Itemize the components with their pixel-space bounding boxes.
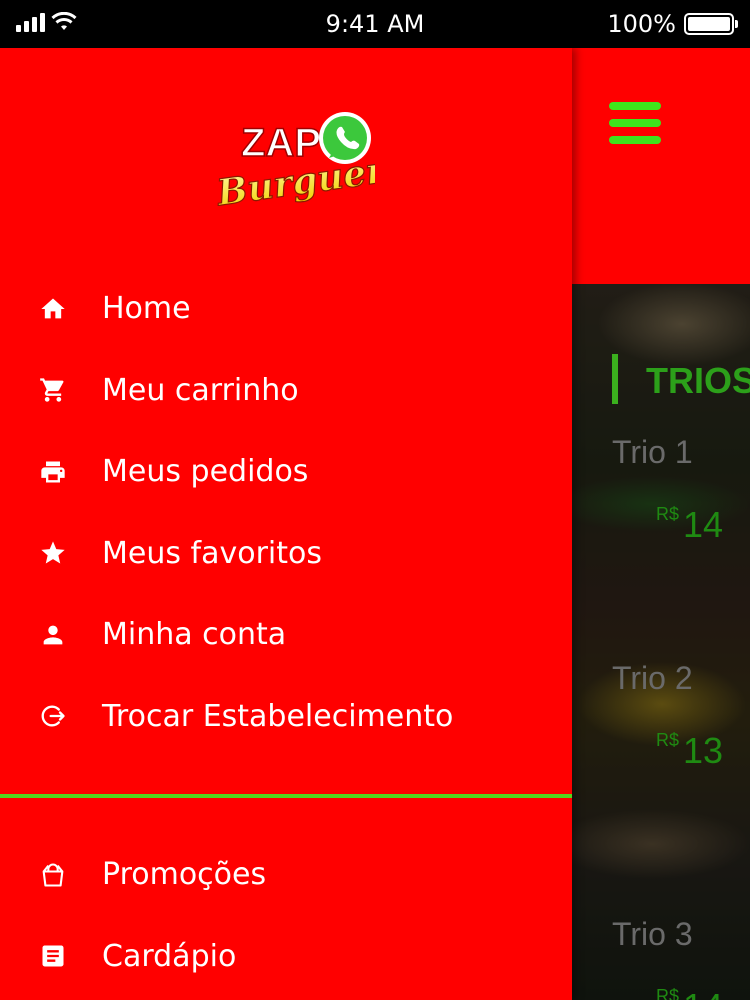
menu-label: Promoções <box>102 857 267 893</box>
menu-label: Cardápio <box>102 938 237 974</box>
menu-item-favorites[interactable]: Meus favoritos <box>0 513 572 595</box>
section-marker <box>612 354 618 404</box>
product-name[interactable]: Trio 2 <box>612 660 693 697</box>
battery-icon <box>684 13 738 35</box>
menu-item-switch-establishment[interactable]: Trocar Estabelecimento <box>0 676 572 758</box>
home-icon <box>0 295 102 323</box>
cart-icon <box>0 376 102 404</box>
menu-item-home[interactable]: Home <box>0 268 572 350</box>
menu-label: Meus favoritos <box>102 535 322 571</box>
battery-percent: 100% <box>607 10 676 38</box>
menu-label: Minha conta <box>102 617 287 653</box>
menu-label: Meu carrinho <box>102 372 299 408</box>
product-name[interactable]: Trio 1 <box>612 434 693 471</box>
menu-label: Trocar Estabelecimento <box>102 698 454 734</box>
product-name[interactable]: Trio 3 <box>612 916 693 953</box>
menu-item-menu[interactable]: Cardápio <box>0 916 572 998</box>
status-right: 100% <box>607 10 738 38</box>
menu-item-promotions[interactable]: Promoções <box>0 834 572 916</box>
menu-divider <box>0 794 572 798</box>
zap-burguer-logo: ZAP Burguer <box>213 112 375 206</box>
menu-item-account[interactable]: Minha conta <box>0 594 572 676</box>
menu-label: Home <box>102 291 191 327</box>
product-price: R$ 13 <box>656 730 724 771</box>
shopping-bag-icon <box>0 861 102 889</box>
drawer-menu: Home Meu carrinho Meus pedidos Meus favo… <box>0 268 572 757</box>
section-title: TRIOS <box>646 360 750 401</box>
user-icon <box>0 621 102 649</box>
menu-label: Meus pedidos <box>102 454 309 490</box>
star-icon <box>0 539 102 567</box>
printer-icon <box>0 458 102 486</box>
app-header <box>572 48 750 284</box>
menu-item-cart[interactable]: Meu carrinho <box>0 350 572 432</box>
status-bar: 9:41 AM 100% <box>0 0 750 48</box>
background-app: TRIOS Trio 1 R$14 Trio 2 R$13 Trio 3 R$1… <box>572 48 750 1000</box>
hamburger-menu-icon[interactable] <box>609 102 661 144</box>
product-price: R$14 <box>656 986 723 1000</box>
svg-text:ZAP: ZAP <box>241 121 321 165</box>
product-price: R$14 <box>656 504 724 545</box>
logout-icon <box>0 702 102 730</box>
navigation-drawer: ZAP Burguer Home Meu carrinho Meus pedid… <box>0 48 572 1000</box>
menu-item-orders[interactable]: Meus pedidos <box>0 431 572 513</box>
menu-list-icon <box>0 942 102 970</box>
drawer-menu-secondary: Promoções Cardápio <box>0 834 572 997</box>
product-list: TRIOS Trio 1 R$14 Trio 2 R$13 Trio 3 R$1… <box>572 284 750 1000</box>
